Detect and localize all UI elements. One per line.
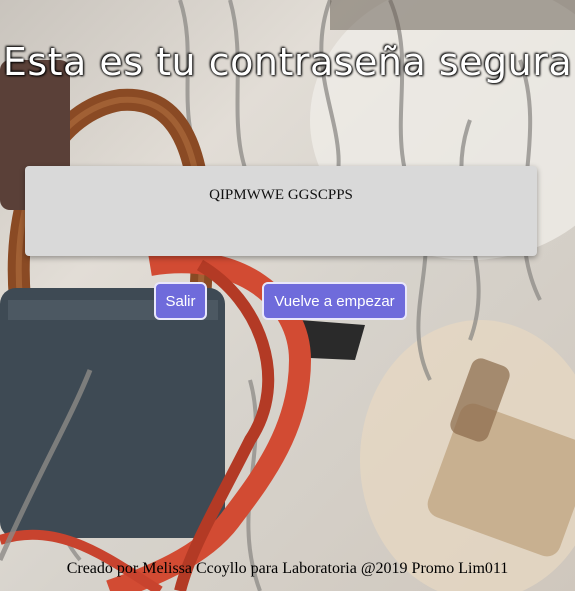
footer-credit: Creado por Melissa Ccoyllo para Laborato…: [66, 560, 509, 577]
password-card: QIPMWWE GGSCPPS: [25, 166, 537, 256]
exit-button[interactable]: Salir: [154, 282, 207, 320]
page-title: Esta es tu contraseña segura: [2, 40, 573, 84]
restart-button[interactable]: Vuelve a empezar: [262, 282, 407, 320]
generated-password: QIPMWWE GGSCPPS: [209, 187, 353, 203]
